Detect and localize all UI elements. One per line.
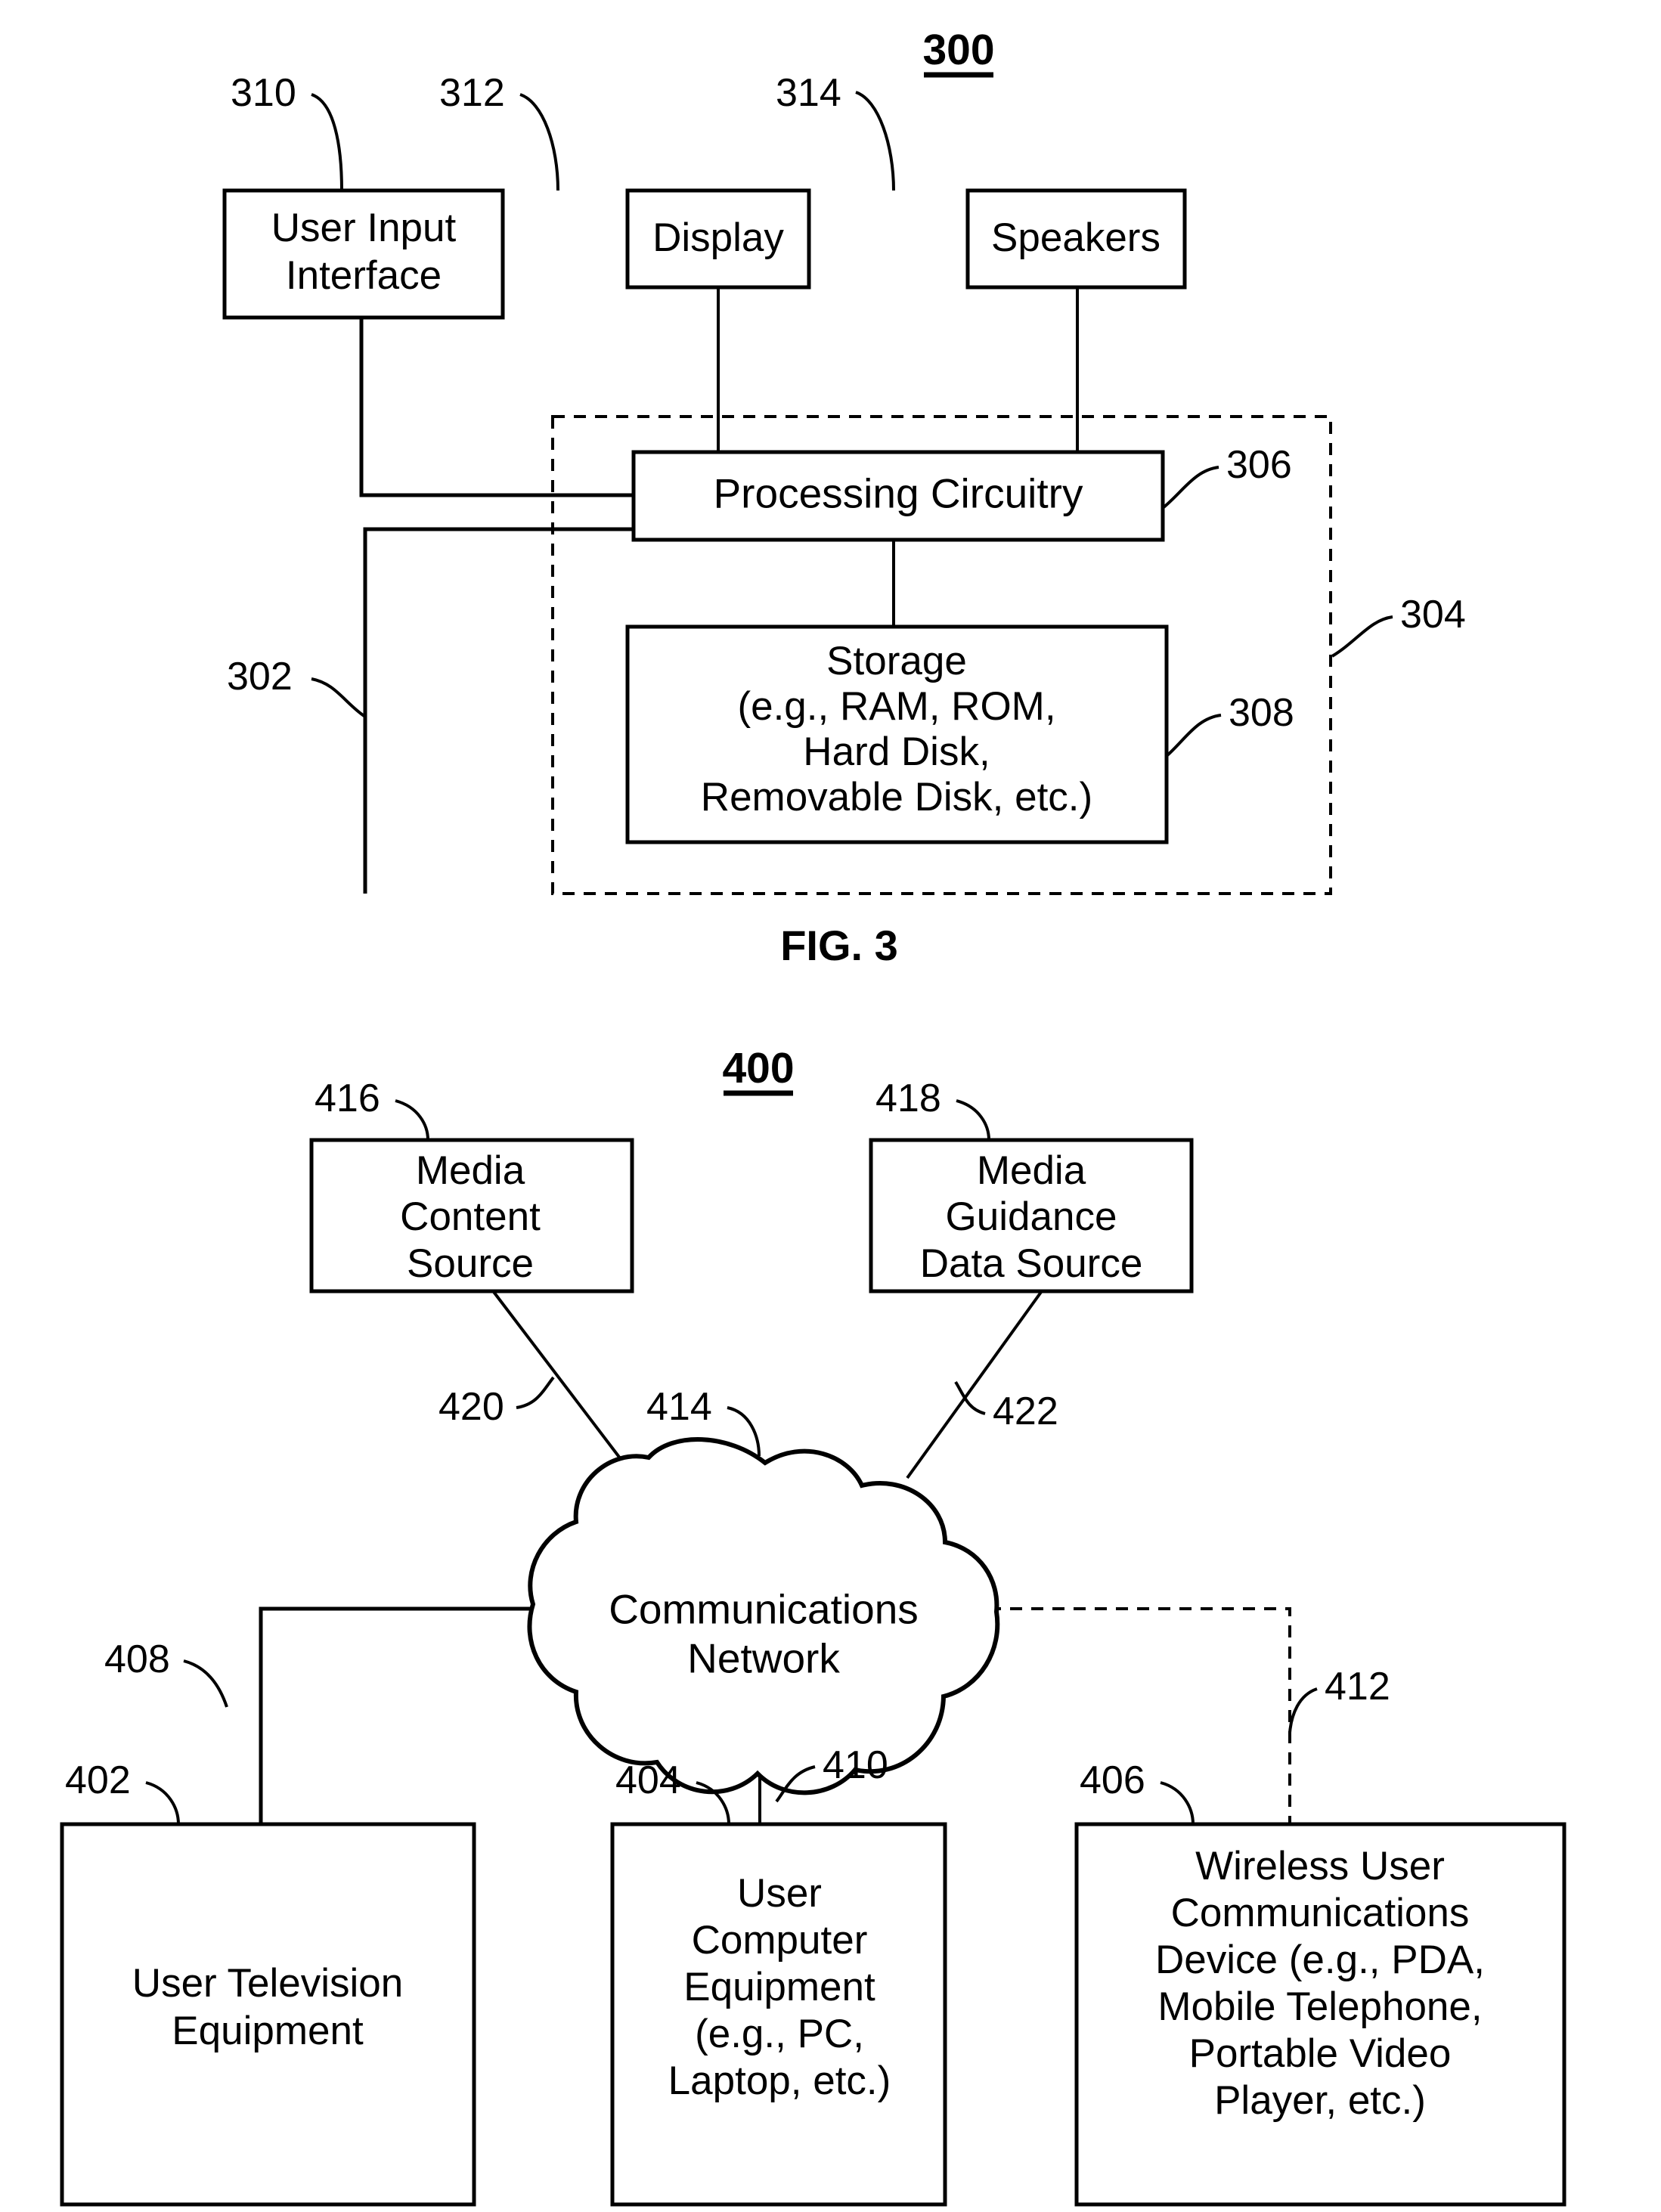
- connector-420-content-to-network: [490, 1287, 637, 1479]
- connector-user-input-to-processing: [359, 318, 635, 497]
- cloud-label-communications-network-line2: Network: [687, 1635, 840, 1682]
- box-label-user-computer-equipment-line1: User: [737, 1871, 822, 1916]
- figure-3-caption: FIG. 3: [780, 922, 898, 969]
- ref-numeral-414: 414: [646, 1385, 712, 1429]
- ref-numeral-416: 416: [315, 1077, 380, 1120]
- leader-408: [183, 1659, 228, 1708]
- connector-408-network-to-television: [259, 1606, 569, 1824]
- box-label-wireless-user-comm-device-line4: Mobile Telephone,: [1157, 1984, 1482, 2029]
- ref-numeral-418: 418: [875, 1077, 941, 1120]
- leader-312: [519, 93, 559, 191]
- ref-numeral-312: 312: [439, 71, 505, 115]
- figure-number-300: 300: [922, 26, 994, 74]
- ref-numeral-422: 422: [993, 1389, 1058, 1433]
- ref-numeral-408: 408: [104, 1637, 170, 1681]
- leader-302: [311, 677, 367, 718]
- box-label-media-content-source-line3: Source: [407, 1241, 534, 1286]
- bus-line-302: [363, 527, 635, 894]
- ref-numeral-412: 412: [1325, 1665, 1390, 1709]
- box-label-storage-line1: Storage: [826, 639, 967, 683]
- ref-numeral-420: 420: [438, 1385, 504, 1429]
- figure-3-drawing: User Input Interface Display Speakers Pr…: [60, 26, 1566, 2207]
- box-label-user-computer-equipment-line3: Equipment: [683, 1965, 875, 2009]
- connector-422-guidance-to-network: [906, 1287, 1045, 1479]
- ref-numeral-306: 306: [1226, 443, 1292, 487]
- box-label-wireless-user-comm-device-line1: Wireless User: [1195, 1844, 1445, 1888]
- ref-numeral-310: 310: [231, 71, 296, 115]
- box-label-media-guidance-data-source-line2: Guidance: [946, 1194, 1117, 1239]
- leader-406: [1160, 1781, 1195, 1825]
- ref-numeral-308: 308: [1229, 691, 1294, 735]
- ref-numeral-402: 402: [65, 1758, 131, 1802]
- box-label-user-input-interface-line1: User Input: [271, 206, 457, 250]
- ref-numeral-406: 406: [1080, 1758, 1145, 1802]
- box-label-wireless-user-comm-device-line5: Portable Video: [1189, 2031, 1452, 2076]
- box-label-user-computer-equipment-line2: Computer: [692, 1918, 868, 1963]
- leader-308: [1165, 714, 1222, 757]
- leader-420: [516, 1376, 555, 1409]
- leader-310: [311, 93, 343, 191]
- box-label-storage-line4: Removable Disk, etc.): [701, 775, 1092, 819]
- box-label-user-television-equipment-line1: User Television: [132, 1961, 403, 2006]
- leader-402: [145, 1781, 180, 1825]
- box-label-media-content-source-line2: Content: [400, 1194, 541, 1239]
- box-label-storage-line2: (e.g., RAM, ROM,: [737, 684, 1055, 729]
- box-label-wireless-user-comm-device-line2: Communications: [1171, 1891, 1470, 1935]
- box-label-user-input-interface-line2: Interface: [286, 253, 442, 298]
- ref-numeral-314: 314: [776, 71, 841, 115]
- box-label-processing-circuitry: Processing Circuitry: [713, 470, 1083, 517]
- box-label-wireless-user-comm-device-line3: Device (e.g., PDA,: [1155, 1938, 1485, 1982]
- leader-416: [395, 1099, 429, 1141]
- leader-304: [1331, 615, 1393, 658]
- box-label-user-computer-equipment-line5: Laptop, etc.): [668, 2059, 891, 2103]
- box-label-media-guidance-data-source-line1: Media: [977, 1148, 1086, 1193]
- box-label-media-guidance-data-source-line3: Data Source: [920, 1241, 1143, 1286]
- box-label-wireless-user-comm-device-line6: Player, etc.): [1214, 2078, 1426, 2123]
- ref-numeral-404: 404: [615, 1758, 681, 1802]
- box-label-user-television-equipment-line2: Equipment: [172, 2009, 364, 2053]
- ref-numeral-302: 302: [227, 655, 293, 699]
- leader-306: [1161, 466, 1219, 510]
- cloud-label-communications-network-line1: Communications: [609, 1586, 919, 1633]
- leader-314: [855, 91, 895, 191]
- leader-412: [1288, 1687, 1318, 1733]
- patent-figure-sheet: User Input Interface Display Speakers Pr…: [0, 0, 1661, 2212]
- leader-418: [956, 1099, 990, 1141]
- box-label-media-content-source-line1: Media: [416, 1148, 525, 1193]
- box-label-user-computer-equipment-line4: (e.g., PC,: [695, 2012, 864, 2056]
- leader-422: [954, 1380, 986, 1415]
- box-label-display: Display: [652, 215, 784, 260]
- box-label-speakers: Speakers: [991, 215, 1161, 260]
- box-label-storage-line3: Hard Disk,: [803, 730, 990, 774]
- figure-number-400: 400: [722, 1044, 794, 1092]
- ref-numeral-410: 410: [823, 1743, 888, 1787]
- ref-numeral-304: 304: [1400, 593, 1466, 637]
